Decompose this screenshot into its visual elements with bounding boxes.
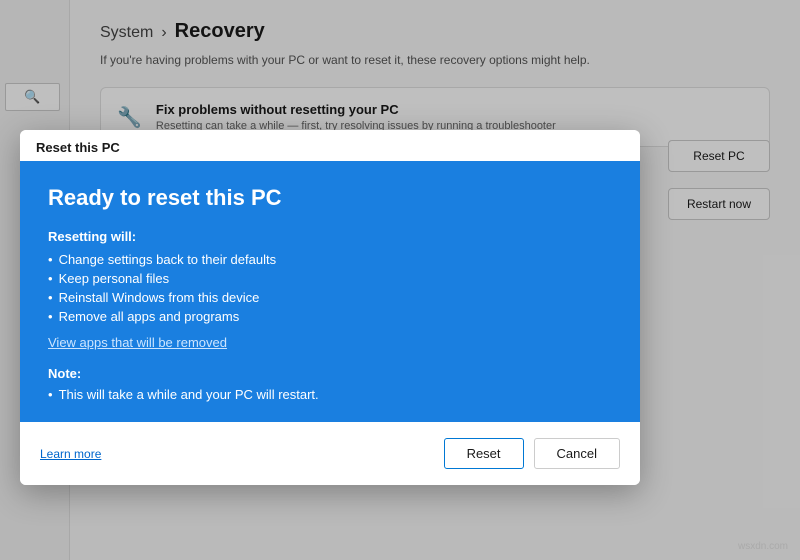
resetting-bullets: Change settings back to their defaults K… bbox=[48, 252, 612, 324]
note-label: Note: bbox=[48, 366, 612, 381]
bullet-remove-apps: Remove all apps and programs bbox=[48, 309, 612, 324]
note-bullets: This will take a while and your PC will … bbox=[48, 387, 612, 402]
cancel-button[interactable]: Cancel bbox=[534, 438, 620, 469]
bullet-reinstall-windows: Reinstall Windows from this device bbox=[48, 290, 612, 305]
footer-buttons: Reset Cancel bbox=[444, 438, 620, 469]
note-bullet-restart: This will take a while and your PC will … bbox=[48, 387, 612, 402]
view-apps-link[interactable]: View apps that will be removed bbox=[48, 335, 227, 350]
modal-heading: Ready to reset this PC bbox=[48, 185, 612, 211]
watermark: wsxdn.com bbox=[738, 541, 788, 552]
modal-body: Ready to reset this PC Resetting will: C… bbox=[20, 161, 640, 422]
bullet-keep-files: Keep personal files bbox=[48, 271, 612, 286]
resetting-will-label: Resetting will: bbox=[48, 229, 612, 244]
modal-footer: Learn more Reset Cancel bbox=[20, 422, 640, 485]
reset-modal: Reset this PC Ready to reset this PC Res… bbox=[20, 130, 640, 485]
modal-title-bar: Reset this PC bbox=[20, 130, 640, 161]
reset-button[interactable]: Reset bbox=[444, 438, 524, 469]
bullet-change-settings: Change settings back to their defaults bbox=[48, 252, 612, 267]
learn-more-link[interactable]: Learn more bbox=[40, 447, 101, 461]
